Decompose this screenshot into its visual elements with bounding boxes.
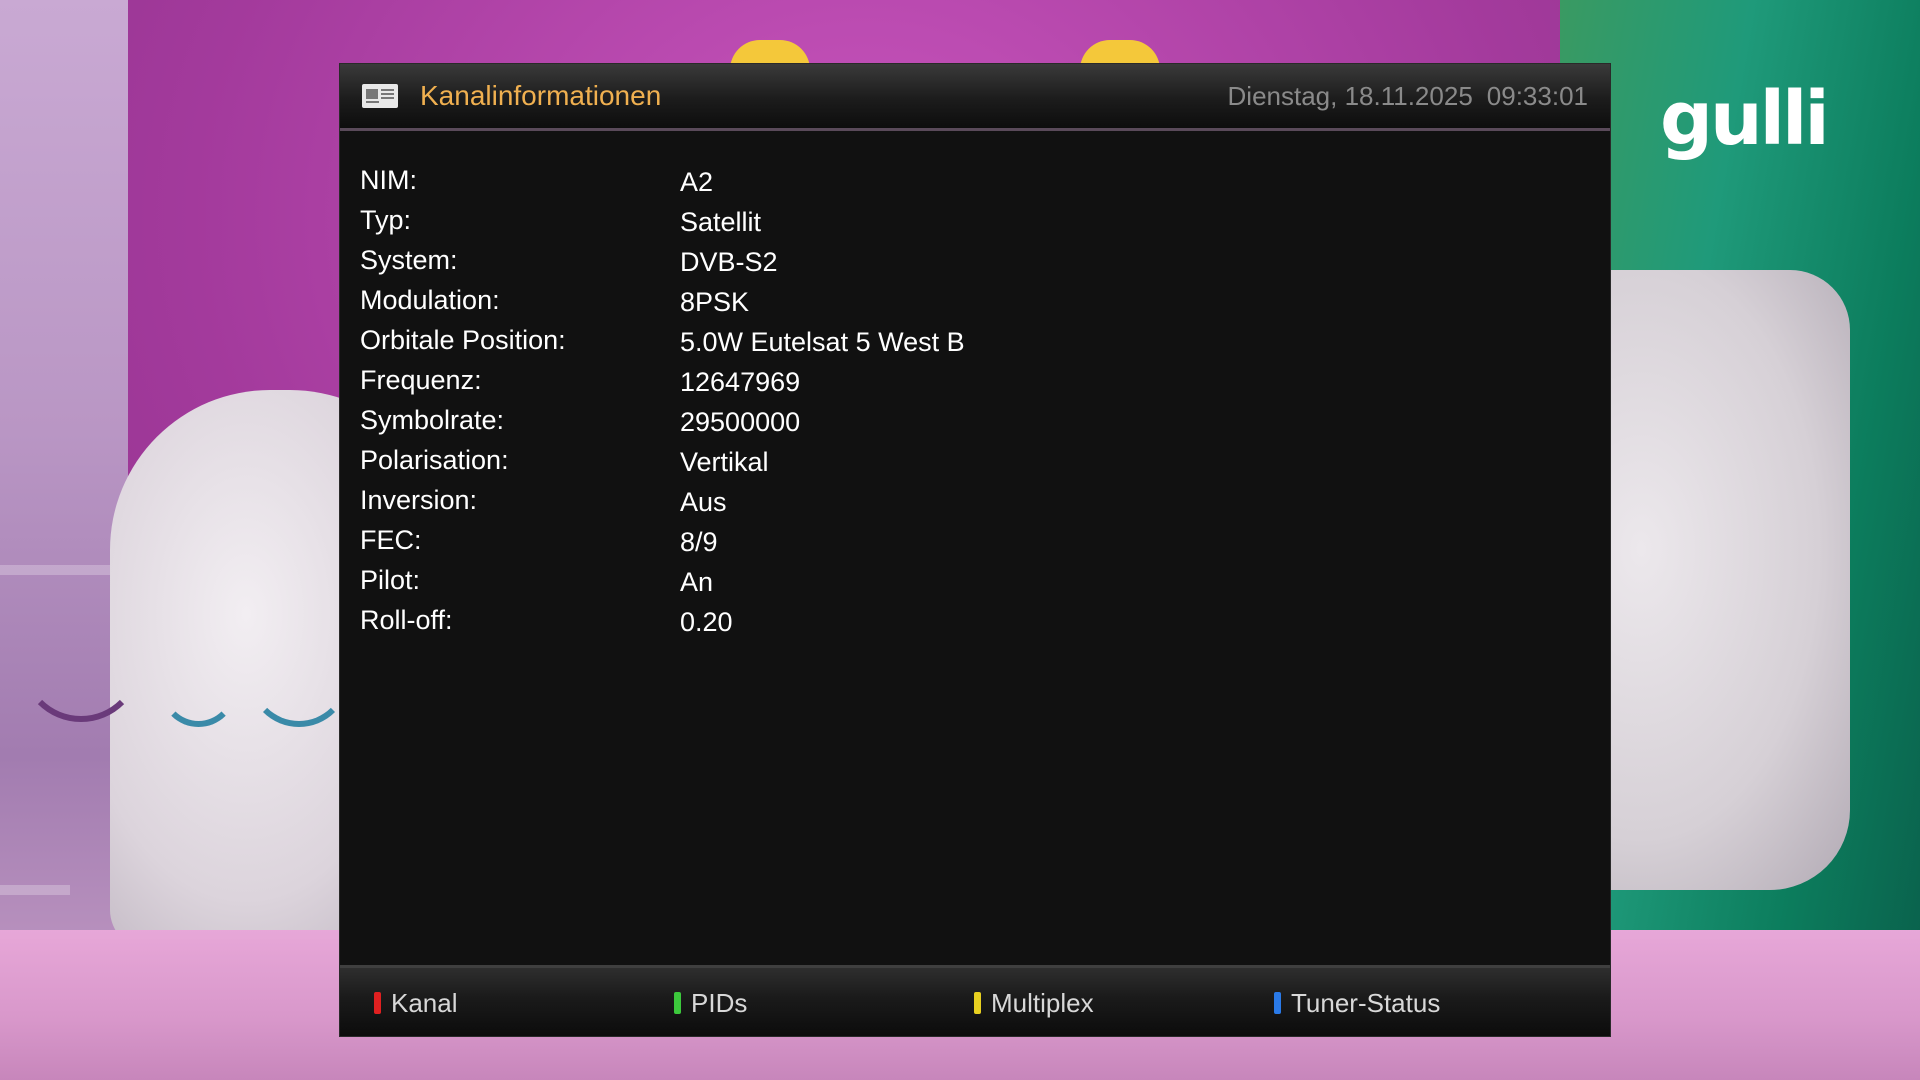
green-button-pids[interactable]: PIDs (674, 986, 747, 1020)
info-value: 29500000 (680, 407, 801, 437)
channel-logo: gulli (1660, 76, 1830, 162)
background-line (0, 885, 70, 895)
info-row-modulation: Modulation: 8PSK (360, 282, 1560, 322)
info-row-pilot: Pilot: An (360, 562, 1560, 602)
info-value: Aus (680, 487, 727, 517)
info-value: DVB-S2 (680, 247, 778, 277)
red-button-kanal[interactable]: Kanal (374, 986, 458, 1020)
info-value: 8PSK (680, 287, 750, 317)
newspaper-icon (362, 84, 398, 108)
blue-key-icon (1274, 992, 1281, 1014)
info-value: Vertikal (680, 447, 769, 477)
button-label: PIDs (691, 988, 748, 1018)
channel-info-dialog: Kanalinformationen Dienstag, 18.11.2025 0… (340, 64, 1610, 1036)
dialog-title: Kanalinformationen (420, 80, 662, 111)
info-row-rolloff: Roll-off: 0.20 (360, 602, 1560, 642)
info-value: 8/9 (680, 527, 718, 557)
info-label: Modulation: (360, 285, 500, 315)
info-row-type: Typ: Satellit (360, 202, 1560, 242)
info-row-symbol-rate: Symbolrate: 29500000 (360, 402, 1560, 442)
green-key-icon (674, 992, 681, 1014)
info-value: 5.0W Eutelsat 5 West B (680, 327, 965, 357)
red-key-icon (374, 992, 381, 1014)
info-label: NIM: (360, 165, 417, 195)
button-label: Kanal (391, 988, 458, 1018)
clock: Dienstag, 18.11.2025 09:33:01 (1228, 78, 1588, 114)
info-label: Inversion: (360, 485, 478, 515)
clock-time: 09:33:01 (1486, 81, 1588, 111)
clock-date: Dienstag, 18.11.2025 (1227, 81, 1473, 111)
info-row-system: System: DVB-S2 (360, 242, 1560, 282)
info-label: Orbitale Position: (360, 325, 566, 355)
info-label: Polarisation: (360, 445, 509, 475)
info-row-nim: NIM: A2 (360, 162, 1560, 202)
background-line (0, 565, 128, 575)
button-label: Multiplex (991, 988, 1094, 1018)
background-left-strip (0, 0, 128, 1080)
info-row-fec: FEC: 8/9 (360, 522, 1560, 562)
channel-info-list: NIM: A2 Typ: Satellit System: DVB-S2 Mod… (360, 162, 1560, 642)
info-value: A2 (680, 167, 714, 197)
blue-button-tuner-status[interactable]: Tuner-Status (1274, 986, 1440, 1020)
info-value: 0.20 (680, 607, 733, 637)
yellow-key-icon (974, 992, 981, 1014)
info-label: Typ: (360, 205, 412, 235)
info-label: Symbolrate: (360, 405, 505, 435)
info-label: Roll-off: (360, 605, 453, 635)
info-label: System: (360, 245, 458, 275)
dialog-header: Kanalinformationen Dienstag, 18.11.2025 0… (340, 64, 1610, 131)
info-value: 12647969 (680, 367, 801, 397)
info-value: Satellit (680, 207, 762, 237)
yellow-button-multiplex[interactable]: Multiplex (974, 986, 1094, 1020)
info-row-frequency: Frequenz: 12647969 (360, 362, 1560, 402)
info-row-inversion: Inversion: Aus (360, 482, 1560, 522)
button-label: Tuner-Status (1291, 988, 1441, 1018)
info-row-orbital-position: Orbitale Position: 5.0W Eutelsat 5 West … (360, 322, 1560, 362)
color-button-bar: Kanal PIDs Multiplex Tuner-Status (340, 965, 1610, 1036)
info-label: FEC: (360, 525, 422, 555)
info-label: Frequenz: (360, 365, 482, 395)
info-label: Pilot: (360, 565, 421, 595)
info-row-polarisation: Polarisation: Vertikal (360, 442, 1560, 482)
info-value: An (680, 567, 714, 597)
